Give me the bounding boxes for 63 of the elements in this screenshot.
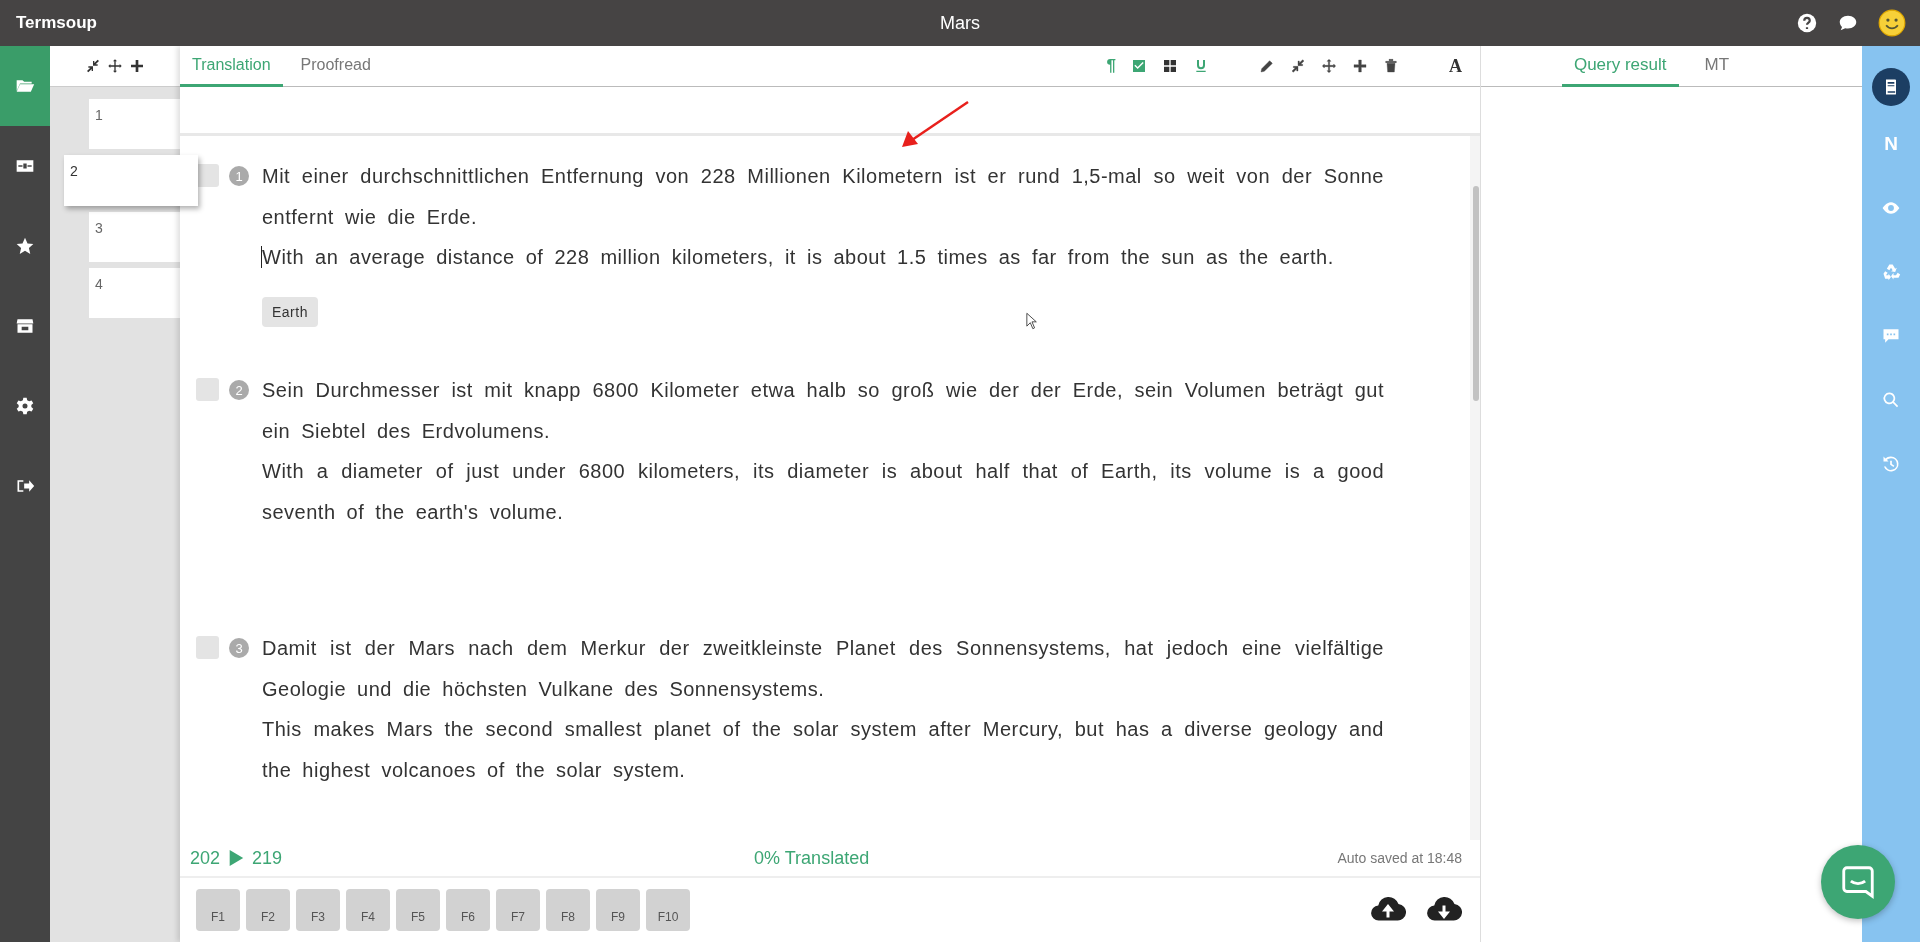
tab[interactable]: MT xyxy=(1692,46,1742,87)
history-icon xyxy=(1881,454,1901,474)
pencil-icon[interactable] xyxy=(1259,58,1275,74)
scrollbar[interactable] xyxy=(1470,136,1480,840)
segment-checkbox[interactable] xyxy=(196,636,219,659)
app-title: Termsoup xyxy=(16,13,97,33)
trash-icon[interactable] xyxy=(1383,58,1399,74)
segment-number: 2 xyxy=(229,380,249,400)
tab[interactable]: Proofread xyxy=(288,46,383,87)
target-text[interactable]: This makes Mars the second smallest planet of the solar system after Mercury, but has a diverse geology and the highest volcanoes of the solar system. xyxy=(262,709,1384,790)
help-icon[interactable] xyxy=(1796,12,1818,34)
tab[interactable]: Translation xyxy=(180,46,283,87)
underline-icon[interactable] xyxy=(1193,58,1209,74)
chat-icon xyxy=(1839,863,1877,901)
source-text: Sein Durchmesser ist mit knapp 6800 Kilometer etwa halb so groß wie der der Erde, sein Volumen beträgt gut ein Siebtel des Erdvolumens. xyxy=(262,378,1384,444)
move-icon[interactable] xyxy=(1321,58,1337,74)
function-key[interactable]: F5 xyxy=(396,889,440,931)
segment-number: 3 xyxy=(229,638,249,658)
tab[interactable]: Query result xyxy=(1561,46,1679,87)
target-text[interactable]: With an average distance of 228 million kilometers, it is about 1.5 times as far from the sun as the earth. xyxy=(261,246,1334,268)
smiley-icon[interactable] xyxy=(1878,9,1906,37)
sidebar-item[interactable] xyxy=(1872,68,1910,106)
function-key[interactable]: F3 xyxy=(296,889,340,931)
function-key[interactable]: F4 xyxy=(346,889,390,931)
page-thumbnail[interactable]: 4 xyxy=(89,268,180,318)
compress-icon[interactable] xyxy=(85,58,101,74)
segment-total: 219 xyxy=(252,847,283,869)
segment-checkbox[interactable] xyxy=(196,378,219,401)
page-thumbnail[interactable]: 1 xyxy=(89,99,180,149)
search-icon xyxy=(1881,390,1901,410)
plus-icon[interactable] xyxy=(129,58,145,74)
target-text[interactable]: With a diameter of just under 6800 kilometers, its diameter is about half that of Earth, its volume is a good seventh of the earth's volume. xyxy=(262,451,1384,532)
segment-count: 202 xyxy=(190,847,221,869)
store-icon xyxy=(15,316,35,336)
autosave-status: Auto saved at 18:48 xyxy=(1337,850,1462,866)
function-key[interactable]: F10 xyxy=(646,889,690,931)
mouse-pointer-icon xyxy=(1026,312,1038,330)
recycle-icon xyxy=(1881,262,1901,282)
font-button[interactable]: A xyxy=(1449,55,1462,77)
paragraph-toggle[interactable]: ¶ xyxy=(1106,56,1116,76)
function-key[interactable]: F2 xyxy=(246,889,290,931)
source-text: Damit ist der Mars nach dem Merkur der zweitkleinste Planet des Sonnensystems, hat jedoch eine vielfältige Geologie und die höchsten Vulkane des Sonnensystems. xyxy=(262,636,1384,702)
page-thumbnail[interactable]: 2 xyxy=(64,155,198,206)
checkbox-icon[interactable] xyxy=(1131,58,1147,74)
progress-status: 0% Translated xyxy=(754,847,870,869)
star-icon xyxy=(15,236,35,256)
function-key[interactable]: F7 xyxy=(496,889,540,931)
function-key[interactable]: F8 xyxy=(546,889,590,931)
function-key[interactable]: F6 xyxy=(446,889,490,931)
annotation-arrow xyxy=(900,100,970,150)
source-text: Mit einer durchschnittlichen Entfernung von 228 Millionen Kilometern ist er rund 1,5-mal so weit von der Sonne entfernt wie die Erde. xyxy=(262,164,1384,230)
move-icon[interactable] xyxy=(107,58,123,74)
function-key[interactable]: F1 xyxy=(196,889,240,931)
compress-icon[interactable] xyxy=(1290,58,1306,74)
document-title: Mars xyxy=(940,12,980,34)
segment-number: 1 xyxy=(229,166,249,186)
segment-checkbox[interactable] xyxy=(196,164,219,187)
term-tag[interactable]: Earth xyxy=(262,296,318,327)
settings-icon xyxy=(15,396,35,416)
plus-icon[interactable] xyxy=(1352,58,1368,74)
function-key[interactable]: F9 xyxy=(596,889,640,931)
page-thumbnail[interactable]: 3 xyxy=(89,212,180,262)
grid-icon[interactable] xyxy=(1162,58,1178,74)
